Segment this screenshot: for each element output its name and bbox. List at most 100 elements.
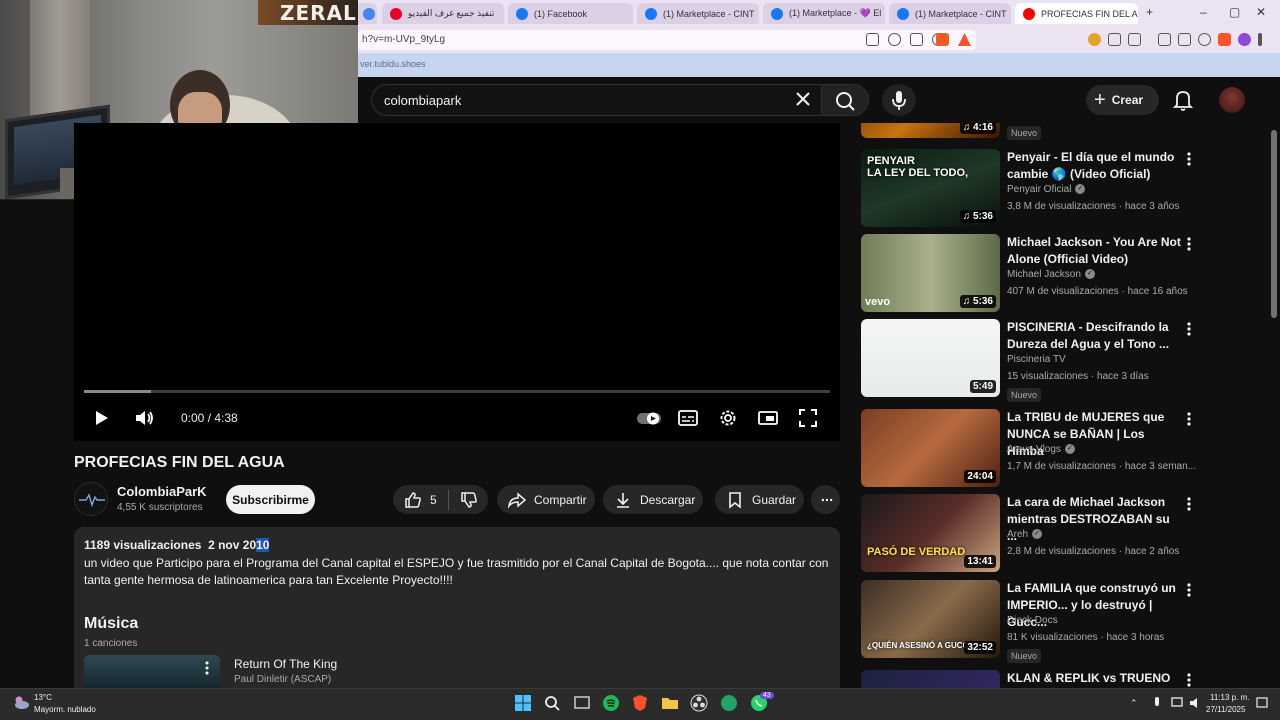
search-icon[interactable] <box>543 694 561 712</box>
wallet-icon[interactable] <box>1178 33 1191 46</box>
share-button[interactable]: Compartir <box>497 485 595 514</box>
subtitles-icon[interactable] <box>677 407 699 429</box>
recommendation-item[interactable]: KLAN & REPLIK vs TRUENO & <box>861 670 1269 688</box>
cast-icon[interactable] <box>866 33 879 46</box>
fullscreen-icon[interactable] <box>797 407 819 429</box>
create-button[interactable]: + Crear <box>1086 85 1159 115</box>
clock-date[interactable]: 27/11/2025 <box>1206 705 1245 714</box>
like-button[interactable]: 5 <box>393 490 448 510</box>
sidebar-icon[interactable] <box>1158 33 1171 46</box>
video-thumbnail[interactable]: vevo ♫ 5:36 <box>861 234 1000 312</box>
browser-tab[interactable]: (1) Facebook <box>508 3 633 24</box>
url-field[interactable]: h?v=m-UVp_9tyLg <box>358 30 976 50</box>
browser-tab[interactable]: تنفيذ جميع غرف الفيديو <box>382 3 504 24</box>
more-vertical-icon[interactable] <box>201 660 213 676</box>
save-button[interactable]: Guardar <box>715 485 804 514</box>
recommendation-item[interactable]: PENYAIR LA LEY DEL TODO, ♫ 5:36 Penyair - … <box>861 149 1269 229</box>
recommendation-channel[interactable]: Araya Vlogs ✓ <box>1007 444 1075 455</box>
file-explorer-icon[interactable] <box>661 694 679 712</box>
video-thumbnail[interactable]: ¿QUIÉN ASESINÓ A GUCCI? 32:52 <box>861 580 1000 658</box>
extensions-puzzle-icon[interactable] <box>1108 33 1121 46</box>
brave-shield-icon[interactable] <box>1218 33 1231 46</box>
recommendation-title[interactable]: PISCINERIA - Descifrando la Dureza del A… <box>1007 319 1182 353</box>
video-thumbnail[interactable]: 24:04 <box>861 409 1000 487</box>
recommendation-item[interactable]: 24:04 La TRIBU de MUJERES que NUNCA se BA… <box>861 409 1269 489</box>
bookmark-link[interactable]: ver.tubidu.shoes <box>360 59 426 69</box>
extension-icon[interactable] <box>1128 33 1141 46</box>
settings-gear-icon[interactable] <box>717 407 739 429</box>
more-vertical-icon[interactable] <box>1183 672 1195 688</box>
spotify-icon[interactable] <box>602 694 620 712</box>
search-input[interactable] <box>384 90 764 110</box>
voice-search-button[interactable] <box>882 84 916 116</box>
notifications-bell-icon[interactable] <box>1172 88 1194 112</box>
recommendation-item[interactable]: vevo ♫ 5:36 Michael Jackson - You Are Not … <box>861 234 1269 314</box>
video-thumbnail[interactable]: 5:49 <box>861 319 1000 397</box>
recommendation-title[interactable]: KLAN & REPLIK vs TRUENO & <box>1007 670 1182 688</box>
more-vertical-icon[interactable] <box>1183 496 1195 512</box>
recommendation-title[interactable]: Penyair - El día que el mundo cambie 🌎 (… <box>1007 149 1182 183</box>
download-button[interactable]: Descargar <box>603 485 703 514</box>
more-vertical-icon[interactable] <box>1183 236 1195 252</box>
recommendation-channel[interactable]: Areh ✓ <box>1007 529 1043 540</box>
obs-icon[interactable] <box>690 694 708 712</box>
close-window-icon[interactable]: ✕ <box>1256 5 1266 19</box>
chevron-up-icon[interactable]: ⌃ <box>1130 698 1138 709</box>
autoplay-toggle-icon[interactable] <box>636 407 662 429</box>
video-thumbnail[interactable] <box>861 670 1000 688</box>
progress-bar[interactable] <box>84 390 830 393</box>
music-thumbnail[interactable] <box>84 655 220 688</box>
recommendation-channel[interactable]: Penyair Oficial ✓ <box>1007 184 1086 195</box>
subscribe-button[interactable]: Subscribirme <box>226 485 315 514</box>
microphone-icon[interactable] <box>1150 694 1164 712</box>
clock-time[interactable]: 11:13 p. m. <box>1210 693 1249 702</box>
maximize-icon[interactable]: ▢ <box>1229 5 1240 19</box>
theater-mode-icon[interactable] <box>757 407 779 429</box>
more-actions-button[interactable] <box>811 485 840 514</box>
scrollbar[interactable] <box>1271 130 1277 318</box>
recommendation-channel[interactable]: Michael Jackson ✓ <box>1007 269 1095 280</box>
network-icon[interactable] <box>1170 694 1184 712</box>
browser-tab[interactable]: (1) Marketplace - CINT <box>889 3 1011 24</box>
account-avatar[interactable] <box>1219 87 1245 113</box>
clear-search-icon[interactable] <box>792 88 814 110</box>
recommendation-title[interactable]: Michael Jackson - You Are Not Alone (Off… <box>1007 234 1182 268</box>
browser-tab-active[interactable]: PROFECIAS FIN DEL A✕ <box>1015 3 1138 24</box>
new-tab-icon[interactable]: + <box>1146 5 1153 19</box>
recommendation-channel[interactable]: Dieck Docs <box>1007 615 1058 626</box>
brave-shield-icon[interactable] <box>936 33 949 46</box>
leo-ai-icon[interactable] <box>1238 33 1251 46</box>
vpn-icon[interactable] <box>1198 33 1211 46</box>
recommendation-item[interactable]: ¿QUIÉN ASESINÓ A GUCCI? 32:52 La FAMILIA q… <box>861 580 1269 663</box>
volume-icon[interactable] <box>133 407 155 429</box>
zoom-icon[interactable] <box>888 33 901 46</box>
share-page-icon[interactable] <box>910 33 923 46</box>
recommendation-item[interactable]: 5:49 PISCINERIA - Descifrando la Dureza d… <box>861 319 1269 402</box>
notifications-icon[interactable] <box>1256 694 1268 712</box>
recommendation-channel[interactable]: Piscineria TV <box>1007 354 1066 365</box>
windows-start-icon[interactable] <box>514 694 532 712</box>
channel-name[interactable]: ColombiaParK <box>117 484 207 499</box>
channel-avatar[interactable] <box>74 482 108 516</box>
browser-tab[interactable] <box>355 3 377 24</box>
more-vertical-icon[interactable] <box>1183 151 1195 167</box>
browser-tab[interactable]: (1) Marketplace - 💜 El <box>763 3 885 24</box>
thumbs-down-icon[interactable] <box>459 490 479 510</box>
app-icon[interactable] <box>720 694 738 712</box>
video-thumbnail[interactable]: PASÓ DE VERDAD 13:41 <box>861 494 1000 572</box>
play-icon[interactable] <box>90 407 112 429</box>
more-vertical-icon[interactable] <box>1183 321 1195 337</box>
minimize-icon[interactable]: – <box>1200 5 1207 19</box>
song-title[interactable]: Return Of The King <box>234 657 337 671</box>
brave-browser-icon[interactable] <box>631 694 649 712</box>
browser-tab[interactable]: (1) Marketplace - CINT <box>637 3 759 24</box>
video-thumbnail[interactable]: PENYAIR LA LEY DEL TODO, ♫ 5:36 <box>861 149 1000 227</box>
video-player[interactable] <box>74 123 840 441</box>
task-view-icon[interactable] <box>573 694 591 712</box>
more-vertical-icon[interactable] <box>1183 582 1195 598</box>
menu-icon[interactable] <box>1258 33 1262 46</box>
recommendation-item[interactable]: PASÓ DE VERDAD 13:41 La cara de Michael Ja… <box>861 494 1269 574</box>
extension-icon[interactable] <box>1088 33 1101 46</box>
search-button[interactable] <box>821 84 869 116</box>
speaker-icon[interactable] <box>1188 694 1202 712</box>
